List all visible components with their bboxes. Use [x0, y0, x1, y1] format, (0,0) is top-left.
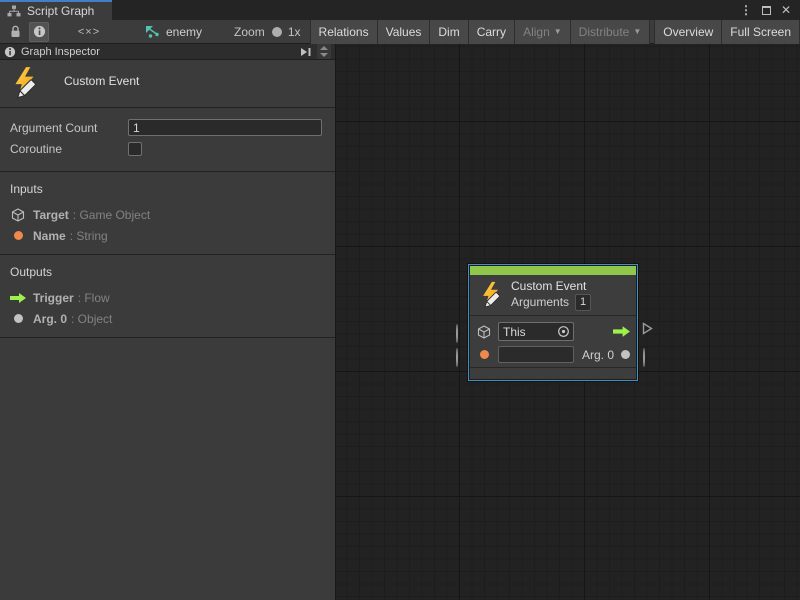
custom-event-icon [477, 281, 505, 309]
coroutine-checkbox[interactable] [128, 142, 142, 156]
target-object-dropdown[interactable]: This [498, 322, 574, 341]
distribute-dropdown-button[interactable]: Distribute ▼ [570, 20, 651, 44]
info-icon [4, 46, 16, 58]
dim-button[interactable]: Dim [429, 20, 467, 44]
carry-button[interactable]: Carry [468, 20, 514, 44]
chevron-down-icon: ▼ [633, 27, 641, 36]
input-row-name: Name : String [0, 225, 335, 246]
code-icon: <×> [78, 26, 100, 38]
node-arguments-label: Arguments [511, 295, 569, 310]
port-name-input[interactable] [456, 349, 458, 367]
lock-button[interactable] [5, 22, 25, 42]
port-arg0-output[interactable] [643, 349, 645, 367]
node-title: Custom Event [511, 279, 591, 294]
output-row-arg0: Arg. 0 : Object [0, 308, 335, 329]
input-row-target: Target : Game Object [0, 204, 335, 225]
graph-inspector-header: Graph Inspector [0, 44, 335, 60]
zoom-label: Zoom [234, 25, 265, 39]
outputs-section: Outputs Trigger : Flow Arg. 0 : Object [0, 255, 335, 338]
node-name-row: Arg. 0 [469, 343, 637, 366]
zoom-slider-handle[interactable] [272, 27, 282, 37]
graph-asset-breadcrumb[interactable]: enemy [145, 25, 202, 39]
script-graph-icon [7, 5, 21, 17]
zoom-slider[interactable] [273, 31, 277, 33]
lock-icon [10, 25, 21, 38]
relations-button[interactable]: Relations [310, 20, 377, 44]
panel-scroll-spinner[interactable] [317, 44, 331, 59]
cube-icon [10, 208, 26, 222]
maximize-icon[interactable] [758, 2, 774, 18]
flow-arrow-icon [613, 326, 630, 337]
graph-toolbar: <×> enemy Zoom 1x Relations Values Dim C… [0, 20, 800, 44]
unit-settings: Argument Count Coroutine [0, 108, 335, 172]
argument-count-input[interactable] [128, 119, 322, 136]
custom-event-node[interactable]: Custom Event Arguments 1 This [468, 264, 638, 381]
overview-button[interactable]: Overview [654, 20, 721, 44]
graph-inspector-panel: Graph Inspector Custom Event Argument Co… [0, 44, 336, 600]
cube-icon [477, 325, 491, 339]
code-preview-button[interactable]: <×> [79, 22, 99, 42]
unit-header: Custom Event [0, 60, 335, 108]
coroutine-label: Coroutine [0, 142, 128, 156]
flow-port-triangle-icon [642, 322, 653, 335]
dock-panel-icon[interactable] [300, 47, 312, 57]
title-bar: Script Graph ⋮ ✕ [0, 0, 800, 20]
scroll-up-icon[interactable] [320, 46, 328, 50]
argument-count-row: Argument Count [0, 119, 335, 136]
object-picker-icon[interactable] [557, 325, 570, 338]
align-dropdown-button[interactable]: Align ▼ [514, 20, 570, 44]
graph-inspector-title: Graph Inspector [21, 46, 295, 58]
node-target-row: This [469, 320, 637, 343]
graph-asset-icon [145, 25, 160, 38]
output-row-trigger: Trigger : Flow [0, 287, 335, 308]
window-controls: ⋮ ✕ [738, 0, 800, 20]
graph-asset-name: enemy [166, 25, 202, 39]
orange-dot-icon [477, 350, 491, 359]
port-trigger-output[interactable] [642, 322, 653, 335]
outputs-heading: Outputs [0, 263, 335, 287]
target-value: This [499, 325, 557, 339]
node-footer [470, 367, 636, 379]
gray-dot-icon [10, 314, 26, 323]
gray-dot-icon [621, 350, 630, 359]
close-icon[interactable]: ✕ [778, 2, 794, 18]
inputs-heading: Inputs [0, 180, 335, 204]
node-arguments-value[interactable]: 1 [575, 294, 591, 311]
unit-title: Custom Event [64, 66, 139, 88]
argument-count-label: Argument Count [0, 121, 128, 135]
flow-arrow-icon [10, 293, 26, 303]
unity-visual-scripting-window: Script Graph ⋮ ✕ <×> [0, 0, 800, 600]
full-screen-button[interactable]: Full Screen [721, 20, 800, 44]
inputs-section: Inputs Target : Game Object Name : Strin… [0, 172, 335, 255]
port-target-input[interactable] [456, 325, 458, 343]
tab-label: Script Graph [27, 4, 94, 18]
values-button[interactable]: Values [377, 20, 430, 44]
window-menu-icon[interactable]: ⋮ [738, 2, 754, 18]
node-event-colorbar [470, 266, 636, 275]
info-icon [33, 25, 46, 38]
zoom-value: 1x [288, 25, 301, 39]
scroll-down-icon[interactable] [320, 53, 328, 57]
node-arg0-label: Arg. 0 [582, 348, 614, 362]
node-header[interactable]: Custom Event Arguments 1 [469, 275, 637, 315]
tab-script-graph[interactable]: Script Graph [0, 0, 112, 20]
graph-canvas[interactable]: Custom Event Arguments 1 This [336, 44, 800, 600]
chevron-down-icon: ▼ [554, 27, 562, 36]
event-name-input[interactable] [498, 346, 574, 363]
coroutine-row: Coroutine [0, 140, 335, 157]
inspector-toggle-button[interactable] [29, 22, 49, 42]
orange-dot-icon [10, 231, 26, 240]
custom-event-icon [8, 66, 42, 100]
node-body: This Arg. 0 [469, 316, 637, 370]
